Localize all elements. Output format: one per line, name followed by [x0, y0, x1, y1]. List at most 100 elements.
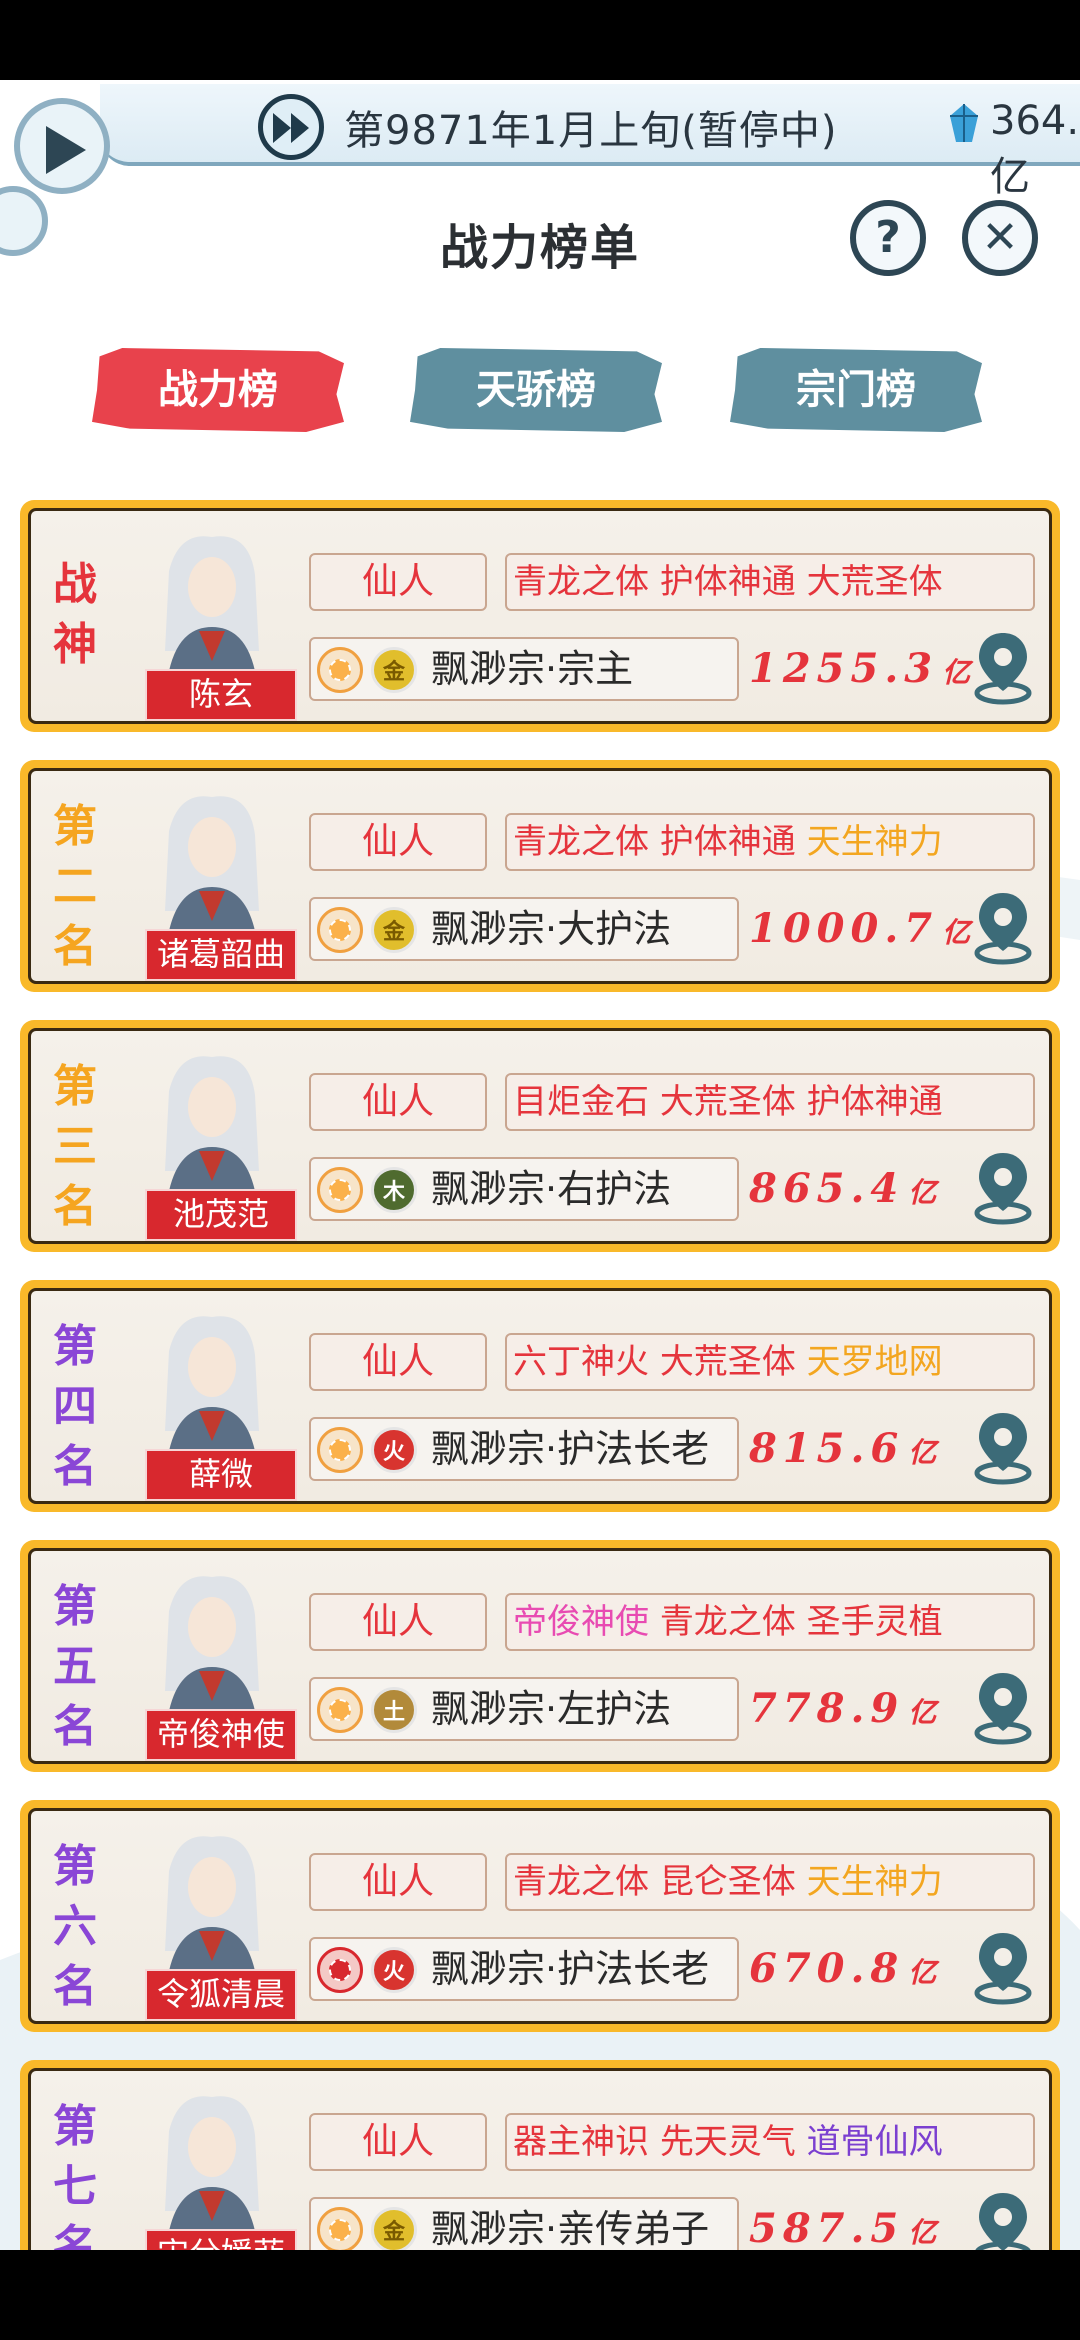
traits-box: 青龙之体 护体神通 大荒圣体: [505, 553, 1035, 611]
power-value: 670.8: [749, 1945, 905, 1992]
element-icon: 木: [371, 1167, 417, 1213]
tab-sect-ranking[interactable]: 宗门榜: [730, 348, 982, 432]
card-body: 第六名令狐清晨 仙人 青龙之体 昆仑圣体 天生神力火飘渺宗·护法长老 670.8 亿: [28, 1808, 1052, 2024]
cultivation-sun-icon: [317, 647, 363, 693]
spirit-stone-icon: [950, 104, 978, 142]
element-icon: 火: [371, 1427, 417, 1473]
rank-label: 第四名: [53, 1321, 97, 1492]
ranking-card[interactable]: 第四名薛微 仙人 六丁神火 大荒圣体 天罗地网火飘渺宗·护法长老 815.6 亿: [20, 1280, 1060, 1512]
ranking-card[interactable]: 第三名池茂范 仙人 目炬金石 大荒圣体 护体神通木飘渺宗·右护法 865.4 亿: [20, 1020, 1060, 1252]
character-name: 池茂范: [145, 1189, 297, 1241]
combat-power: 587.5 亿: [749, 2199, 936, 2250]
cultivation-sun-icon: [317, 1427, 363, 1473]
trait-label: 圣手灵植: [806, 1602, 943, 1642]
character-portrait[interactable]: [149, 791, 275, 931]
character-name: 薛微: [145, 1449, 297, 1501]
power-value: 815.6: [749, 1425, 905, 1472]
trait-label: 天生神力: [806, 1862, 943, 1902]
tab-power-ranking[interactable]: 战力榜: [92, 348, 344, 432]
traits-box: 目炬金石 大荒圣体 护体神通: [505, 1073, 1035, 1131]
trait-label: 青龙之体: [513, 562, 649, 602]
trait-label: 青龙之体: [513, 1862, 649, 1902]
power-value: 865.4: [749, 1165, 905, 1212]
power-unit: 亿: [942, 656, 971, 689]
character-portrait[interactable]: [149, 1571, 275, 1711]
combat-power: 778.9 亿: [749, 1679, 936, 1739]
realm-badge: 仙人: [309, 2113, 487, 2171]
trait-label: 大荒圣体: [659, 1342, 796, 1382]
combat-power: 1255.3 亿: [749, 639, 970, 699]
rank-label: 第五名: [53, 1581, 97, 1752]
location-pin-icon[interactable]: [971, 1149, 1035, 1229]
sect-info: 金飘渺宗·宗主: [309, 637, 739, 701]
power-unit: 亿: [942, 916, 971, 949]
character-name: 诸葛韶曲: [145, 929, 297, 981]
fast-forward-icon: [273, 113, 309, 143]
power-value: 778.9: [749, 1685, 905, 1732]
power-value: 1255.3: [749, 645, 939, 692]
currency-amount: 364.6亿: [990, 98, 1080, 200]
trait-label: 六丁神火: [513, 1342, 649, 1382]
sect-position: 飘渺宗·护法长老: [431, 1947, 710, 1991]
realm-badge: 仙人: [309, 1333, 487, 1391]
ranking-card[interactable]: 战神陈玄 仙人 青龙之体 护体神通 大荒圣体金飘渺宗·宗主 1255.3 亿: [20, 500, 1060, 732]
character-name: 陈玄: [145, 669, 297, 721]
sect-position: 飘渺宗·护法长老: [431, 1427, 710, 1471]
card-body: 战神陈玄 仙人 青龙之体 护体神通 大荒圣体金飘渺宗·宗主 1255.3 亿: [28, 508, 1052, 724]
fast-forward-button[interactable]: [258, 94, 324, 160]
location-pin-icon[interactable]: [971, 1409, 1035, 1489]
sect-position: 飘渺宗·左护法: [431, 1687, 672, 1731]
power-value: 587.5: [749, 2205, 905, 2250]
trait-label: 青龙之体: [659, 1602, 796, 1642]
character-portrait[interactable]: [149, 1051, 275, 1191]
combat-power: 815.6 亿: [749, 1419, 936, 1479]
trait-label: 天罗地网: [806, 1342, 943, 1382]
status-bar: [0, 0, 1080, 80]
rank-label: 第二名: [53, 801, 97, 972]
play-button[interactable]: [14, 98, 110, 194]
sect-info: 土飘渺宗·左护法: [309, 1677, 739, 1741]
character-name: 令狐清晨: [145, 1969, 297, 2021]
rank-label: 第六名: [53, 1841, 97, 2012]
ranking-card[interactable]: 第二名诸葛韶曲 仙人 青龙之体 护体神通 天生神力金飘渺宗·大护法 1000.7 亿: [20, 760, 1060, 992]
combat-power: 670.8 亿: [749, 1939, 936, 1999]
location-pin-icon[interactable]: [971, 1929, 1035, 2009]
help-button[interactable]: ?: [850, 200, 926, 276]
close-button[interactable]: ✕: [962, 200, 1038, 276]
cultivation-sun-icon: [317, 1947, 363, 1993]
element-icon: 土: [371, 1687, 417, 1733]
trait-label: 昆仑圣体: [659, 1862, 796, 1902]
tab-prodigy-ranking[interactable]: 天骄榜: [410, 348, 662, 432]
location-pin-icon[interactable]: [971, 2189, 1035, 2250]
location-pin-icon[interactable]: [971, 1669, 1035, 1749]
rank-label: 战神: [53, 559, 97, 670]
ranking-card[interactable]: 第七名宋兮媛菲仙人器主神识 先天灵气 道骨仙风金飘渺宗·亲传弟子587.5亿: [20, 2060, 1060, 2250]
element-icon: 金: [371, 907, 417, 953]
trait-label: 先天灵气: [659, 2122, 796, 2162]
traits-box: 器主神识 先天灵气 道骨仙风: [505, 2113, 1035, 2171]
sect-position: 飘渺宗·宗主: [431, 647, 634, 691]
card-body: 第三名池茂范 仙人 目炬金石 大荒圣体 护体神通木飘渺宗·右护法 865.4 亿: [28, 1028, 1052, 1244]
trait-label: 大荒圣体: [806, 562, 943, 602]
character-portrait[interactable]: [149, 1831, 275, 1971]
navigation-bar: [0, 2250, 1080, 2340]
location-pin-icon[interactable]: [971, 889, 1035, 969]
trait-label: 护体神通: [659, 822, 796, 862]
location-pin-icon[interactable]: [971, 629, 1035, 709]
power-unit: 亿: [908, 1176, 937, 1209]
character-portrait[interactable]: [149, 2091, 275, 2231]
power-unit: 亿: [908, 1696, 937, 1729]
trait-label: 护体神通: [806, 1082, 943, 1122]
cultivation-sun-icon: [317, 907, 363, 953]
power-unit: 亿: [908, 1956, 937, 1989]
character-portrait[interactable]: [149, 1311, 275, 1451]
ranking-card[interactable]: 第五名帝俊神使 仙人 帝俊神使 青龙之体 圣手灵植土飘渺宗·左护法 778.9 亿: [20, 1540, 1060, 1772]
close-icon: ✕: [981, 212, 1019, 263]
realm-badge: 仙人: [309, 1853, 487, 1911]
card-body: 第七名宋兮媛菲仙人器主神识 先天灵气 道骨仙风金飘渺宗·亲传弟子587.5亿: [28, 2068, 1052, 2250]
ranking-card[interactable]: 第六名令狐清晨 仙人 青龙之体 昆仑圣体 天生神力火飘渺宗·护法长老 670.8 亿: [20, 1800, 1060, 2032]
realm-badge: 仙人: [309, 1593, 487, 1651]
header-strip: 第9871年1月上旬(暂停中) 364.6亿: [100, 84, 1080, 200]
card-body: 第五名帝俊神使 仙人 帝俊神使 青龙之体 圣手灵植土飘渺宗·左护法 778.9 亿: [28, 1548, 1052, 1764]
character-portrait[interactable]: [149, 531, 275, 671]
